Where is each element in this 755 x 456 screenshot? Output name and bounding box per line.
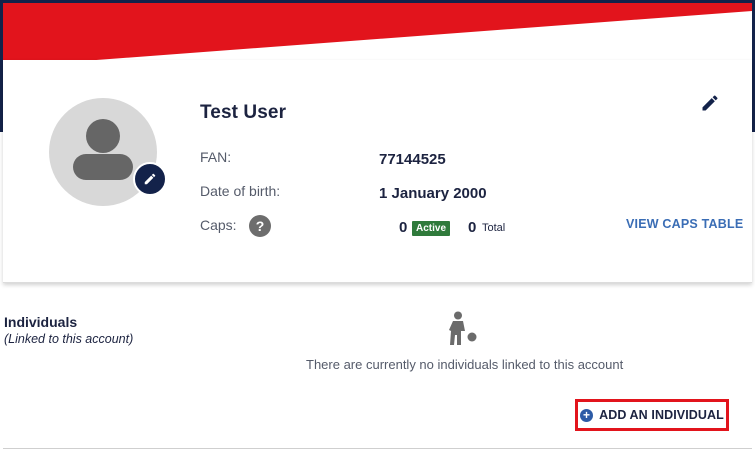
profile-name: Test User (200, 102, 287, 123)
add-circle-icon: + (580, 408, 594, 422)
fan-label: FAN: (200, 149, 232, 165)
dob-label: Date of birth: (200, 183, 281, 199)
fan-value: 77144525 (379, 151, 446, 168)
empty-individuals-message: There are currently no individuals linke… (306, 357, 624, 372)
profile-card: Test User FAN: 77144525 Date of birth: 1… (3, 60, 752, 283)
caps-active-badge: Active (412, 221, 451, 236)
pencil-icon (702, 95, 718, 111)
caps-active-count: 0 (399, 219, 408, 236)
dob-value: 1 January 2000 (379, 185, 487, 202)
pencil-icon (144, 173, 156, 185)
individuals-subtitle: (Linked to this account) (4, 332, 134, 346)
avatar-edit-button[interactable] (133, 162, 167, 196)
add-individual-label: ADD AN INDIVIDUAL (599, 408, 724, 422)
caps-total-label: Total (482, 222, 506, 234)
football-player-icon (449, 311, 477, 345)
caps-help-icon[interactable]: ? (249, 215, 271, 237)
section-divider (3, 448, 752, 449)
individuals-title: Individuals (4, 314, 78, 330)
edit-profile-button[interactable] (697, 90, 723, 116)
view-caps-table-link[interactable]: VIEW CAPS TABLE (626, 217, 743, 231)
caps-total-count: 0 (468, 219, 477, 236)
caps-label: Caps: (200, 217, 237, 233)
add-individual-button[interactable]: + ADD AN INDIVIDUAL (575, 399, 729, 431)
